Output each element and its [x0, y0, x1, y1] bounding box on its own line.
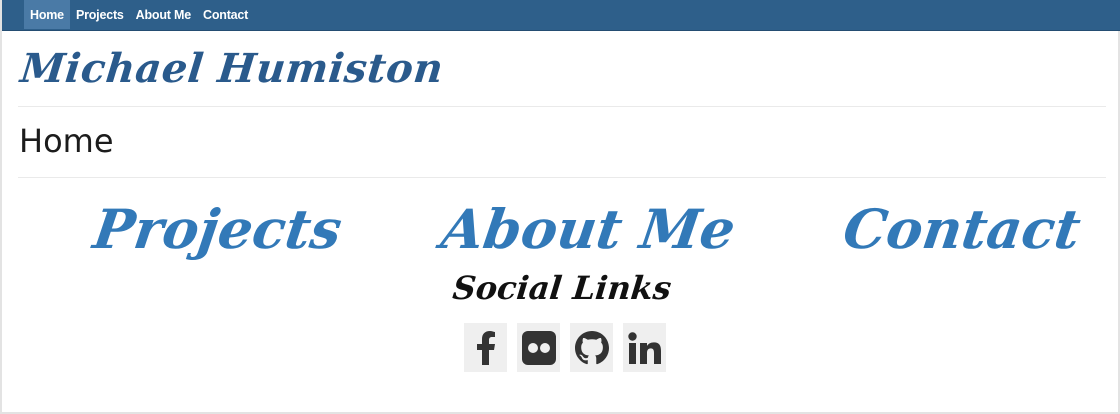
- divider: [18, 177, 1106, 178]
- page-heading: Home: [19, 122, 114, 160]
- page: Home Projects About Me Contact Michael H…: [0, 0, 1120, 414]
- social-links-title: Social Links: [450, 269, 674, 307]
- nav-item-about-me[interactable]: About Me: [130, 0, 197, 29]
- nav-item-contact[interactable]: Contact: [197, 0, 254, 29]
- divider: [18, 106, 1106, 107]
- flickr-button[interactable]: [517, 323, 560, 372]
- top-navbar: Home Projects About Me Contact: [2, 0, 1120, 31]
- linkedin-icon: [627, 331, 661, 364]
- contact-link[interactable]: Contact: [839, 192, 1085, 266]
- nav-item-home[interactable]: Home: [24, 0, 70, 29]
- linkedin-button[interactable]: [623, 323, 666, 372]
- social-links: [464, 323, 666, 372]
- facebook-button[interactable]: [464, 323, 507, 372]
- site-title[interactable]: Michael Humiston: [18, 44, 446, 94]
- flickr-icon: [521, 330, 556, 365]
- nav-item-projects[interactable]: Projects: [70, 0, 130, 29]
- github-icon: [574, 330, 609, 364]
- nav-list: Home Projects About Me Contact: [24, 0, 254, 29]
- projects-link[interactable]: Projects: [89, 192, 346, 266]
- github-button[interactable]: [570, 323, 613, 372]
- facebook-icon: [476, 330, 495, 365]
- about-me-link[interactable]: About Me: [437, 192, 740, 266]
